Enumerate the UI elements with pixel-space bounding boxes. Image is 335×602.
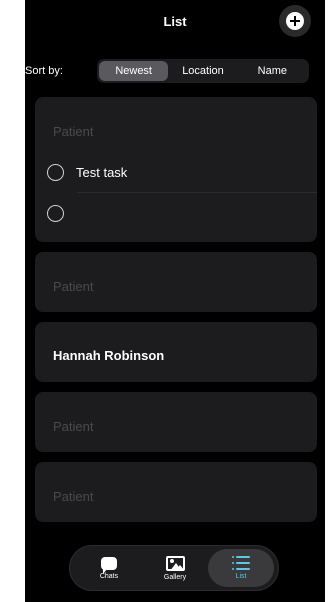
image-icon	[165, 555, 185, 571]
patient-name: Patient	[53, 419, 94, 434]
task-checkbox-icon[interactable]	[47, 164, 64, 181]
tab-list[interactable]: List	[208, 549, 274, 587]
sort-segmented-control[interactable]: Newest Location Name	[97, 59, 309, 83]
task-divider	[77, 192, 317, 193]
sort-label: Sort by:	[25, 65, 63, 77]
tab-chats[interactable]: Chats	[76, 549, 142, 587]
patient-card[interactable]: Hannah Robinson	[35, 322, 317, 382]
sort-option-name[interactable]: Name	[238, 61, 307, 81]
chat-bubble-icon	[101, 556, 117, 574]
tab-bar: Chats Gallery List	[69, 545, 279, 591]
patient-name: Patient	[53, 489, 94, 504]
task-item-new[interactable]	[47, 205, 76, 222]
sort-option-location[interactable]: Location	[168, 61, 237, 81]
list-icon	[232, 556, 250, 570]
tab-label: Chats	[99, 572, 119, 580]
tab-label: List	[235, 573, 247, 580]
patient-name: Patient	[53, 279, 94, 294]
task-text: Test task	[76, 165, 128, 180]
task-checkbox-icon[interactable]	[47, 205, 64, 222]
add-button[interactable]	[279, 5, 311, 37]
patient-name: Hannah Robinson	[53, 348, 165, 363]
tab-gallery[interactable]: Gallery	[142, 549, 208, 587]
patient-card[interactable]: Patient Test task	[35, 97, 317, 242]
patient-name: Patient	[53, 124, 94, 139]
patient-card[interactable]: Patient	[35, 392, 317, 452]
tab-label: Gallery	[163, 573, 187, 581]
list-screen: List Sort by: Newest Location Name Patie…	[25, 0, 325, 602]
plus-circle-icon	[286, 12, 304, 30]
sort-option-newest[interactable]: Newest	[99, 61, 169, 81]
patient-card[interactable]: Patient	[35, 252, 317, 312]
patient-card[interactable]: Patient	[35, 462, 317, 522]
task-item[interactable]: Test task	[47, 164, 127, 181]
